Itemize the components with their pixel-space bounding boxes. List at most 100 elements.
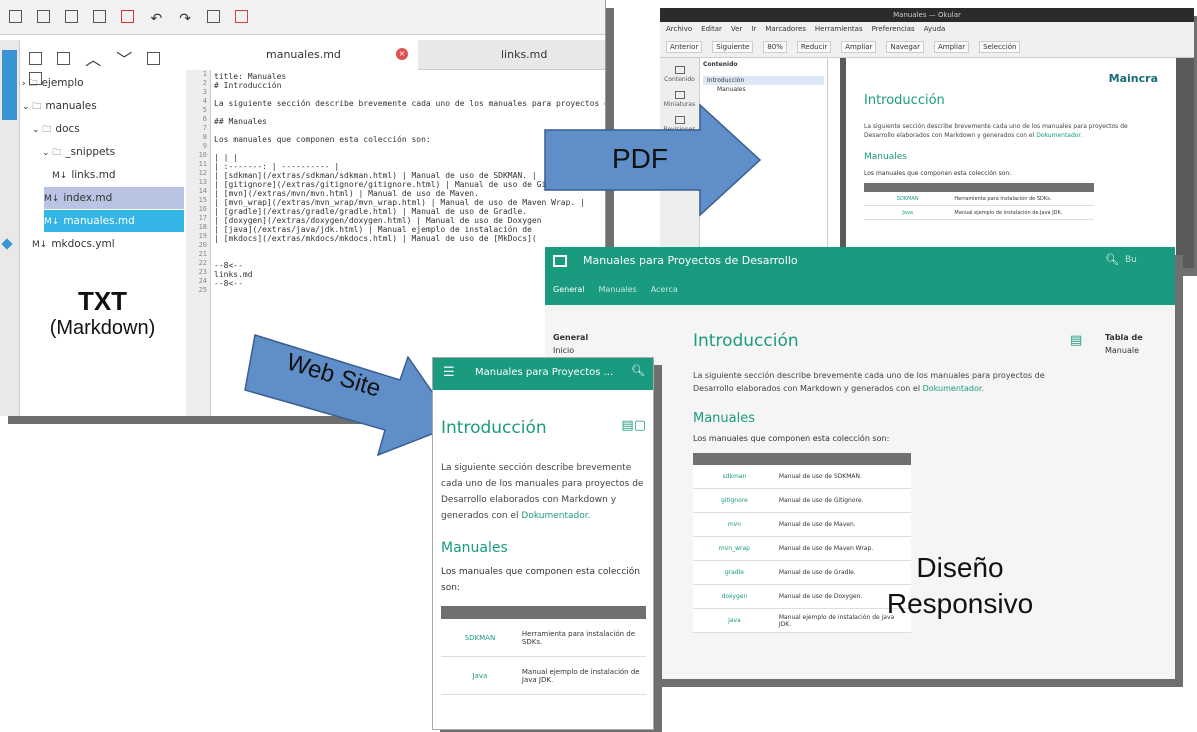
tree-item-label: ejemplo [41, 77, 84, 89]
new-file-icon[interactable] [9, 10, 22, 23]
tree-item[interactable]: M↓ manuales.md [44, 210, 184, 232]
site-tab[interactable]: General [553, 285, 585, 294]
save-as-icon[interactable] [93, 10, 107, 23]
tree-item[interactable]: ⌄ 🗀 _snippets [42, 141, 115, 163]
toc-item-intro[interactable]: Introducción [703, 76, 824, 85]
menu-item[interactable]: Ver [731, 25, 742, 33]
copy-icon[interactable] [207, 10, 221, 23]
mobile-table-header [441, 606, 646, 619]
toolbar-button[interactable]: Siguiente [712, 41, 754, 53]
toc-item-manuales[interactable]: Manuale [1105, 346, 1175, 355]
save-icon[interactable] [147, 52, 161, 65]
save-icon[interactable] [65, 10, 79, 23]
chevron-down-icon[interactable]: ﹀ [116, 50, 132, 69]
line-number: 8 [202, 133, 207, 141]
tree-item[interactable]: M↓ index.md [44, 187, 184, 209]
search-icon[interactable]: 🔍︎ [1105, 253, 1119, 266]
table-cell-key[interactable]: java [693, 617, 776, 624]
nav-item-inicio[interactable]: Inicio [553, 346, 588, 355]
table-cell-key[interactable]: sdkman [693, 473, 776, 480]
table-cell-key[interactable]: mvn_wrap [693, 545, 776, 552]
menu-icon[interactable]: ☰ [443, 365, 455, 380]
menu-item[interactable]: Editar [701, 25, 722, 33]
toolbar-button[interactable]: Anterior [666, 41, 703, 53]
toc-item-manuales[interactable]: Manuales [703, 85, 824, 94]
line-number: 23 [198, 268, 207, 276]
site-title: Manuales para Proyectos de Desarrollo [583, 254, 798, 267]
line-number: 25 [198, 286, 207, 294]
table-cell-key[interactable]: SDKMAN [441, 634, 519, 642]
mobile-title: Manuales para Proyectos ... [475, 367, 614, 378]
search-icon[interactable]: 🔍︎ [631, 364, 645, 377]
undo-icon[interactable]: ↶ [150, 11, 162, 27]
site-intro-link[interactable]: Dokumentador. [923, 384, 984, 393]
chevron-up-icon[interactable]: ︿ [85, 50, 101, 69]
toolbar-button[interactable]: Navegar [886, 41, 924, 53]
table-cell-key[interactable]: Java [441, 672, 519, 680]
tree-item[interactable]: › 🗀 ejemplo [22, 72, 84, 94]
side-panel-icon [674, 91, 685, 99]
side-panel-item[interactable]: Contenido [660, 66, 699, 83]
close-tab-icon[interactable]: × [396, 48, 408, 60]
format-caption: TXT (Markdown) [20, 286, 185, 340]
tree-item[interactable]: ⌄ 🗀 manuales [22, 95, 97, 117]
tree-item-label: _snippets [65, 146, 116, 158]
site-tab[interactable]: Manuales [599, 285, 637, 294]
menu-item[interactable]: Preferencias [872, 25, 915, 33]
site-header: Manuales para Proyectos de Desarrollo 🔍︎… [545, 247, 1175, 305]
document-icon[interactable] [29, 52, 42, 65]
tree-item-label: links.md [71, 169, 116, 181]
tab-links[interactable]: links.md [501, 48, 547, 61]
menu-item[interactable]: Ayuda [924, 25, 946, 33]
redo-icon[interactable]: ↷ [179, 11, 191, 27]
toolbar-button[interactable]: 80% [763, 41, 787, 53]
pdf-intro: La siguiente sección describe brevemente… [864, 122, 1158, 140]
print-icon[interactable]: ▤▢ [621, 418, 646, 433]
toc-heading: Contenido [703, 61, 738, 68]
tree-item[interactable]: M↓ mkdocs.yml [32, 233, 115, 255]
pdf-toolbar: Anterior Siguiente 80% Reducir Ampliar Navega… [660, 36, 1194, 58]
toolbar-button[interactable]: Ampliar [841, 41, 877, 53]
table-cell-key[interactable]: doxygen [693, 593, 776, 600]
table-cell-key[interactable]: Java [864, 210, 951, 216]
toolbar-button[interactable]: Ampliar [933, 41, 970, 53]
table-cell-key[interactable]: gitignore [693, 497, 776, 504]
close-file-icon[interactable] [121, 10, 135, 23]
side-panel-icon [674, 66, 685, 74]
brand-logo: Maincra [1108, 72, 1158, 85]
search-placeholder[interactable]: Bu [1125, 255, 1137, 265]
line-number: 5 [202, 106, 207, 114]
line-number: 10 [198, 151, 207, 159]
table-row: SDKMAN Herramienta para instalación de SD… [441, 619, 646, 657]
menu-item[interactable]: Ir [751, 25, 756, 33]
folder-icon[interactable] [57, 52, 71, 65]
open-file-icon[interactable] [37, 10, 51, 23]
tree-item[interactable]: M↓ links.md [52, 164, 116, 186]
tree-toolbar: ︿ ﹀ [20, 40, 185, 85]
toolbar-button[interactable]: Selección [979, 41, 1021, 53]
site-tab[interactable]: Acerca [651, 285, 678, 294]
table-cell-key[interactable]: mvn [693, 521, 776, 528]
menu-item[interactable]: Archivo [666, 25, 692, 33]
mobile-intro-link[interactable]: Dokumentador. [521, 511, 590, 521]
pdf-intro-link[interactable]: Dokumentador. [1036, 132, 1082, 139]
line-number: 1 [202, 70, 207, 78]
line-number-gutter: 1 2 3 4 5 6 7 8 9 10 11 12 13 14 15 16 17 18 19 20 21 22 23 24 2… [186, 70, 211, 416]
table-cell-value: Manual de uso de Maven. [778, 521, 856, 528]
sidebar-tab-documents[interactable] [2, 50, 17, 120]
paste-icon[interactable] [235, 10, 249, 23]
table-cell-key[interactable]: SDKMAN [864, 196, 951, 202]
site-subheading: Manuales [693, 411, 756, 426]
table-cell-key[interactable]: gradle [693, 569, 776, 576]
line-number: 24 [198, 277, 207, 285]
menu-item[interactable]: Marcadores [765, 25, 806, 33]
tree-item[interactable]: ⌄ 🗀 docs [32, 118, 80, 140]
sidebar-marker-icon [1, 238, 13, 250]
table-cell-value: Herramienta para instalación de SDKs. [521, 629, 636, 646]
tab-manuales[interactable]: manuales.md × [186, 40, 418, 70]
mobile-sub-text: Los manuales que componen esta colección… [441, 567, 640, 593]
toolbar-button[interactable]: Reducir [796, 41, 832, 53]
code-line: | [java](/extras/java/jdk.html) | Manual… [214, 225, 532, 234]
menu-item[interactable]: Herramientas [815, 25, 863, 33]
pdf-page-area: Maincra Introducción La siguiente secció… [840, 58, 1194, 268]
